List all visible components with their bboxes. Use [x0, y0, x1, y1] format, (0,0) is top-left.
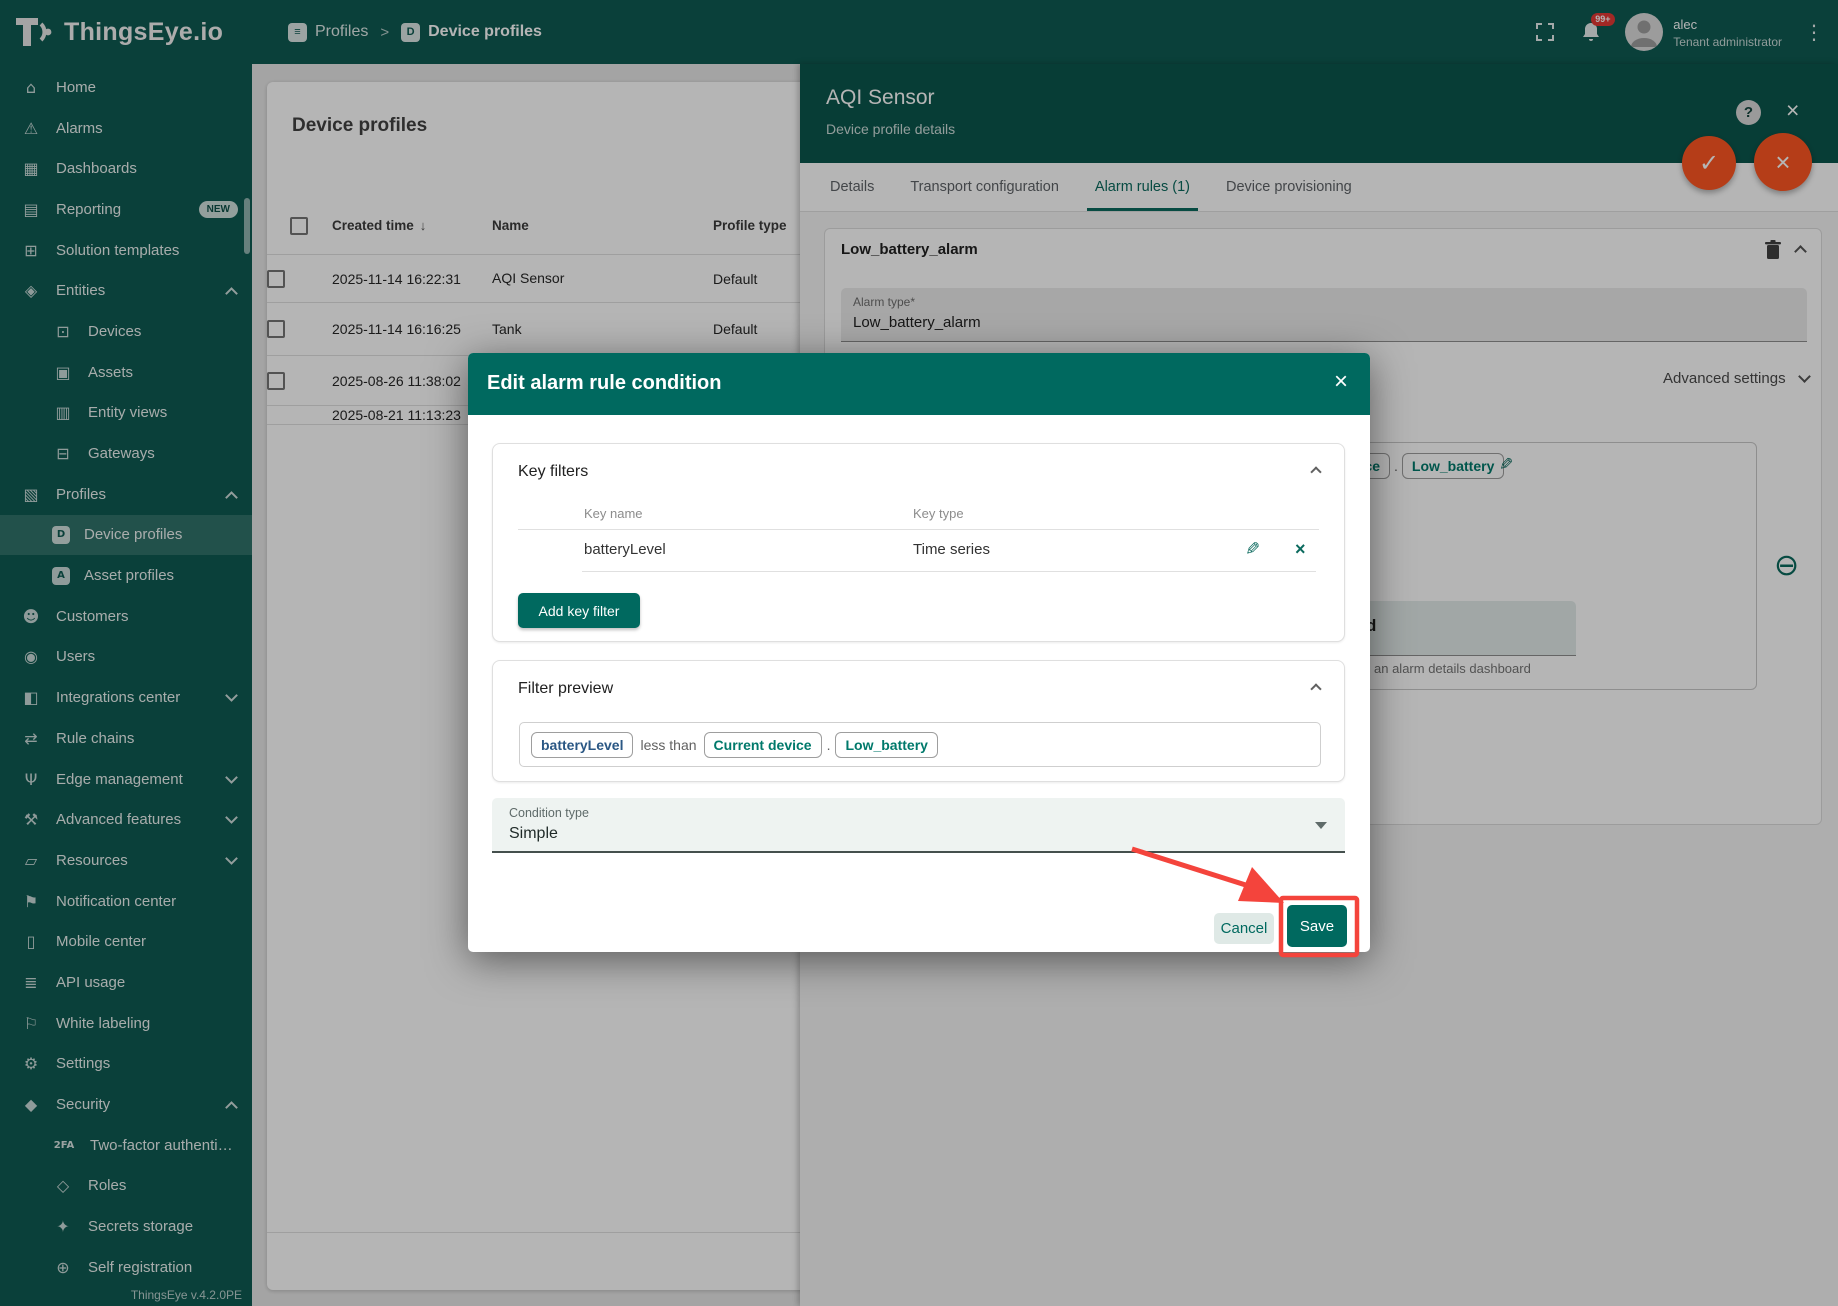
filter-preview-expression: batteryLevel less than Current device . …: [519, 722, 1321, 767]
column-header-key-name: Key name: [584, 506, 643, 521]
condition-type-select[interactable]: Condition type Simple: [492, 798, 1345, 853]
condition-type-label: Condition type: [509, 806, 589, 820]
dialog-close-icon[interactable]: ×: [1334, 370, 1348, 394]
edit-key-filter-icon[interactable]: ✎: [1245, 539, 1260, 560]
key-filter-type: Time series: [913, 541, 990, 558]
filter-operator: less than: [640, 737, 696, 753]
collapse-key-filters-icon[interactable]: [1310, 466, 1321, 477]
key-filter-name: batteryLevel: [584, 541, 666, 558]
divider: [518, 529, 1319, 530]
dialog-header: Edit alarm rule condition ×: [468, 353, 1370, 415]
dialog-title: Edit alarm rule condition: [487, 372, 721, 395]
app-root: ThingsEye.io ≡ Profiles > D Device profi…: [0, 0, 1838, 1306]
cancel-button[interactable]: Cancel: [1214, 913, 1274, 944]
dropdown-caret-icon: [1315, 822, 1327, 829]
save-button[interactable]: Save: [1287, 905, 1347, 947]
collapse-filter-preview-icon[interactable]: [1310, 683, 1321, 694]
edit-alarm-rule-condition-dialog: Edit alarm rule condition × Key filters …: [468, 353, 1370, 952]
filter-key-chip: batteryLevel: [531, 732, 633, 758]
key-filters-title: Key filters: [518, 463, 588, 481]
delete-key-filter-icon[interactable]: ×: [1295, 539, 1306, 560]
filter-value-chip: Low_battery: [835, 732, 937, 758]
add-key-filter-button[interactable]: Add key filter: [518, 593, 640, 628]
filter-entity-chip: Current device: [704, 732, 822, 758]
filter-preview-card: Filter preview batteryLevel less than Cu…: [492, 660, 1345, 782]
divider: [582, 571, 1316, 572]
condition-type-value: Simple: [509, 825, 558, 843]
column-header-key-type: Key type: [913, 506, 964, 521]
filter-dot-separator: .: [827, 737, 831, 753]
filter-preview-title: Filter preview: [518, 680, 613, 698]
key-filters-card: Key filters Key name Key type batteryLev…: [492, 443, 1345, 642]
